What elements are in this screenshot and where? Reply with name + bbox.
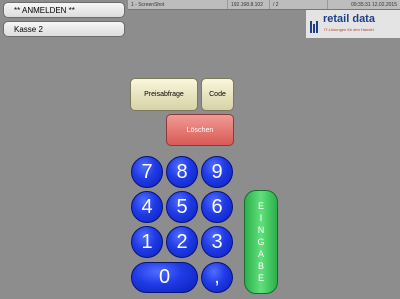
enter-button[interactable]: E I N G A B E — [244, 190, 278, 294]
register-label: Kasse 2 — [14, 24, 43, 34]
datetime: 09:35:31 12.02.2015 — [351, 1, 397, 8]
key-comma-label: , — [214, 266, 220, 288]
screen-name: 1 - ScreenShot — [128, 0, 228, 9]
key-1-label: 1 — [141, 230, 153, 253]
enter-letter: N — [257, 225, 265, 235]
logo: retail data IT-Lösungen für den Handel — [306, 10, 400, 38]
key-3[interactable]: 3 — [201, 226, 233, 258]
key-8[interactable]: 8 — [166, 156, 198, 188]
code-label: Code — [209, 91, 226, 98]
status-bar: 1 - ScreenShot 192.168.8.102 / 2 09:35:3… — [128, 0, 400, 10]
key-9[interactable]: 9 — [201, 156, 233, 188]
key-1[interactable]: 1 — [131, 226, 163, 258]
key-0-label: 0 — [158, 266, 171, 288]
enter-letter: E — [257, 273, 264, 283]
key-9-label: 9 — [211, 160, 223, 183]
price-check-button[interactable]: Preisabfrage — [130, 78, 198, 111]
logo-subtitle: IT-Lösungen für den Handel — [324, 27, 374, 32]
key-4-label: 4 — [141, 195, 153, 218]
key-comma[interactable]: , — [201, 262, 233, 293]
page-indicator: / 2 — [270, 0, 328, 9]
register-button[interactable]: Kasse 2 — [3, 21, 125, 37]
key-2[interactable]: 2 — [166, 226, 198, 258]
key-5[interactable]: 5 — [166, 191, 198, 223]
key-6-label: 6 — [211, 195, 223, 218]
enter-letter: B — [257, 261, 264, 271]
key-4[interactable]: 4 — [131, 191, 163, 223]
enter-letter: A — [257, 249, 264, 259]
key-6[interactable]: 6 — [201, 191, 233, 223]
price-check-label: Preisabfrage — [144, 91, 184, 98]
ip-address: 192.168.8.102 — [228, 0, 270, 9]
key-0[interactable]: 0 — [131, 262, 198, 293]
enter-letter: E — [257, 201, 264, 211]
code-button[interactable]: Code — [201, 78, 234, 111]
enter-letter: I — [259, 213, 263, 223]
logo-bars-icon — [310, 15, 320, 33]
login-button[interactable]: ** ANMELDEN ** — [3, 2, 125, 18]
key-2-label: 2 — [176, 230, 188, 253]
key-8-label: 8 — [176, 160, 188, 183]
logo-title: retail data — [323, 13, 375, 25]
key-5-label: 5 — [176, 195, 188, 218]
key-3-label: 3 — [211, 230, 223, 253]
enter-letter: G — [257, 237, 265, 247]
key-7[interactable]: 7 — [131, 156, 163, 188]
delete-button[interactable]: Löschen — [166, 114, 234, 146]
key-7-label: 7 — [141, 160, 153, 183]
login-label: ** ANMELDEN ** — [14, 5, 75, 15]
delete-label: Löschen — [186, 126, 214, 134]
